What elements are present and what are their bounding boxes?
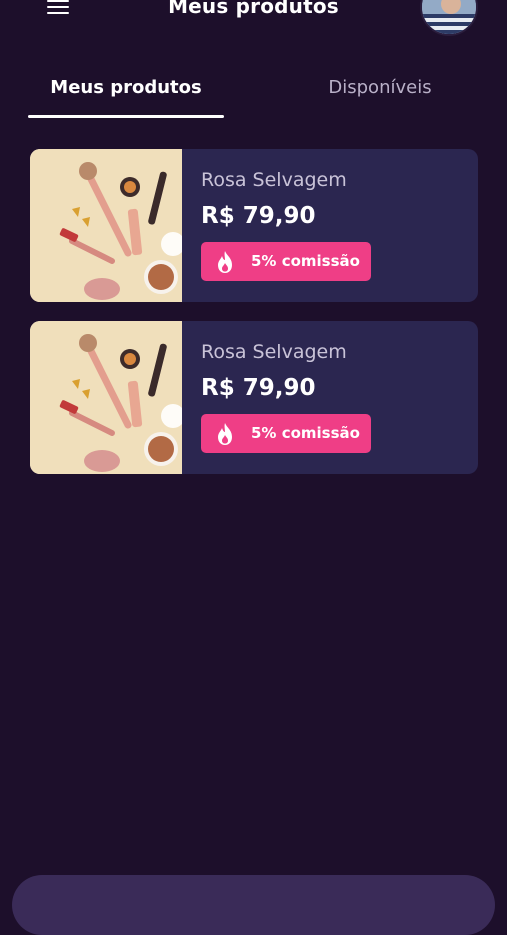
commission-label: 5% comissão <box>251 252 360 270</box>
product-image <box>30 321 182 474</box>
product-price: R$ 79,90 <box>201 375 316 401</box>
product-card[interactable]: Rosa Selvagem R$ 79,90 5% comissão <box>30 149 478 302</box>
commission-label: 5% comissão <box>251 424 360 442</box>
commission-badge: 5% comissão <box>201 414 371 453</box>
tab-disponiveis[interactable]: Disponíveis <box>280 77 480 98</box>
active-tab-indicator <box>28 115 224 118</box>
flame-icon <box>218 251 232 273</box>
commission-badge: 5% comissão <box>201 242 371 281</box>
flame-icon <box>218 423 232 445</box>
bottom-navigation-bar[interactable] <box>12 875 495 935</box>
tab-meus-produtos[interactable]: Meus produtos <box>28 77 224 98</box>
app-header: Meus produtos <box>0 0 507 40</box>
product-card[interactable]: Rosa Selvagem R$ 79,90 5% comissão <box>30 321 478 474</box>
product-image <box>30 149 182 302</box>
avatar[interactable] <box>420 0 478 36</box>
product-price: R$ 79,90 <box>201 203 316 229</box>
product-name: Rosa Selvagem <box>201 341 347 363</box>
tab-bar: Meus produtos Disponíveis <box>0 60 507 122</box>
product-name: Rosa Selvagem <box>201 169 347 191</box>
